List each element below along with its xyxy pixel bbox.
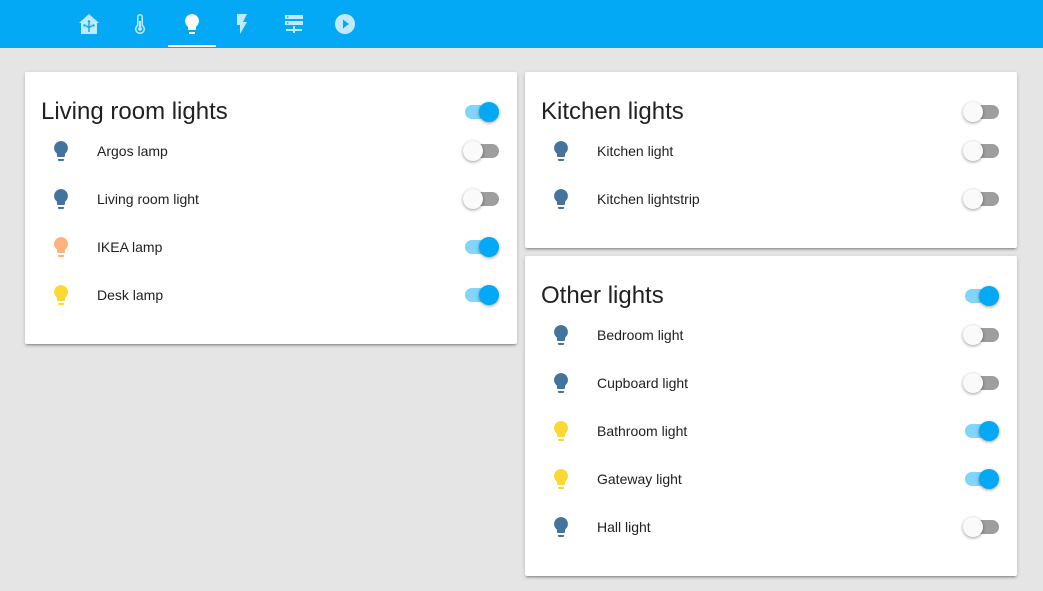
light-name: Hall light xyxy=(597,519,651,535)
light-name: Gateway light xyxy=(597,471,682,487)
home-assistant-icon xyxy=(79,14,99,34)
light-toggle[interactable] xyxy=(963,325,999,345)
tab-system[interactable] xyxy=(270,0,318,48)
lightbulb-icon xyxy=(549,139,573,163)
card-living-room-lights: Living room lights Argos lamp Living room… xyxy=(25,72,517,344)
card-title: Other lights xyxy=(541,282,664,309)
lightbulb-icon xyxy=(549,467,573,491)
lightbulb-icon xyxy=(185,14,199,34)
light-toggle[interactable] xyxy=(963,421,999,441)
kitchen-master-toggle[interactable] xyxy=(963,102,999,122)
light-name: Living room light xyxy=(97,191,199,207)
server-network-icon xyxy=(285,15,303,33)
lightbulb-icon xyxy=(49,235,73,259)
light-name: Desk lamp xyxy=(97,287,164,303)
thermometer-icon xyxy=(135,14,145,34)
lightbulb-icon xyxy=(549,187,573,211)
lightbulb-icon xyxy=(49,139,73,163)
light-name: Kitchen light xyxy=(597,143,674,159)
light-toggle[interactable] xyxy=(963,469,999,489)
tab-home[interactable] xyxy=(65,0,113,48)
light-name: Bathroom light xyxy=(597,423,688,439)
flash-icon xyxy=(237,14,247,34)
top-toolbar xyxy=(0,0,1043,48)
tab-energy[interactable] xyxy=(218,0,266,48)
light-toggle[interactable] xyxy=(463,285,499,305)
lightbulb-icon xyxy=(549,323,573,347)
play-circle-icon xyxy=(335,14,355,34)
lightbulb-icon xyxy=(49,187,73,211)
living-room-master-toggle[interactable] xyxy=(463,102,499,122)
lightbulb-icon xyxy=(49,283,73,307)
light-name: Kitchen lightstrip xyxy=(597,191,700,207)
light-toggle[interactable] xyxy=(963,373,999,393)
tab-climate[interactable] xyxy=(116,0,164,48)
tab-lights[interactable] xyxy=(168,0,216,48)
lightbulb-icon xyxy=(549,515,573,539)
card-title: Kitchen lights xyxy=(541,98,684,125)
light-toggle[interactable] xyxy=(963,189,999,209)
card-kitchen-lights: Kitchen lights Kitchen light Kitchen ligh… xyxy=(525,72,1017,248)
light-toggle[interactable] xyxy=(463,189,499,209)
light-toggle[interactable] xyxy=(963,517,999,537)
active-tab-indicator xyxy=(168,45,216,47)
light-toggle[interactable] xyxy=(963,141,999,161)
light-toggle[interactable] xyxy=(463,237,499,257)
lightbulb-icon xyxy=(549,371,573,395)
light-name: Cupboard light xyxy=(597,375,689,391)
card-title: Living room lights xyxy=(41,98,228,125)
lightbulb-icon xyxy=(549,419,573,443)
light-name: IKEA lamp xyxy=(97,239,163,255)
light-name: Argos lamp xyxy=(97,143,168,159)
card-other-lights: Other lights Bedroom light Cupboard light… xyxy=(525,256,1017,576)
other-master-toggle[interactable] xyxy=(963,286,999,306)
light-toggle[interactable] xyxy=(463,141,499,161)
light-name: Bedroom light xyxy=(597,327,684,343)
tab-media[interactable] xyxy=(321,0,369,48)
